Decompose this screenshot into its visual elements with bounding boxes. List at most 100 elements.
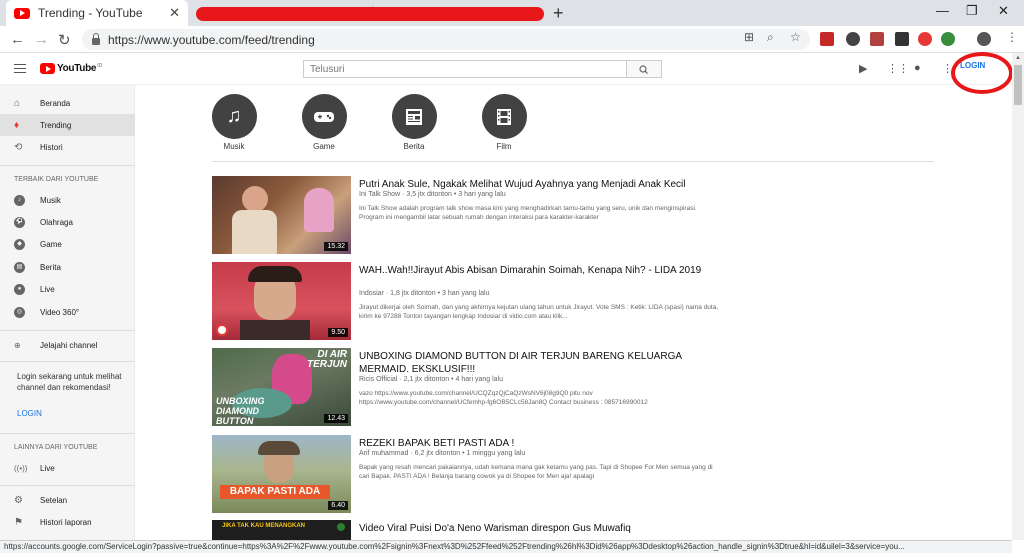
sidebar-item-label: Jelajahi channel xyxy=(40,340,98,350)
sidebar-item-label: Musik xyxy=(40,195,61,205)
browser-tab-trending[interactable]: Trending - YouTube ✕ xyxy=(6,0,188,26)
sidebar-item-label: Olahraga xyxy=(40,217,73,227)
extension-pdf-icon[interactable] xyxy=(870,32,884,46)
extension-red-icon[interactable] xyxy=(820,32,834,46)
video-channel[interactable]: Ricis Official xyxy=(359,376,397,383)
thumb-figure xyxy=(240,320,310,340)
video-thumbnail[interactable]: 15.32 xyxy=(212,176,351,254)
thumb-figure xyxy=(304,188,334,232)
restore-icon[interactable]: ❐ xyxy=(966,3,978,19)
browser-toolbar: ← → ↻ https://www.youtube.com/feed/trend… xyxy=(0,26,1024,53)
chrome-menu-icon[interactable]: ⋮ xyxy=(1006,30,1018,44)
thumb-figure xyxy=(258,441,300,455)
sidebar-item-music[interactable]: ♪ Musik xyxy=(0,189,135,211)
video-title[interactable]: REZEKI BAPAK BETI PASTI ADA ! xyxy=(359,437,719,450)
sidebar-section-heading: LAINNYA DARI YOUTUBE xyxy=(14,444,98,451)
apps-grid-icon[interactable]: ⋮⋮ xyxy=(887,62,909,75)
video-meta: Arif muhammad · 6,2 jtx ditonton • 1 min… xyxy=(359,450,525,457)
extension-green-icon[interactable] xyxy=(941,32,955,46)
sidebar-item-news[interactable]: ▤ Berita xyxy=(0,256,135,278)
category-film[interactable]: Film xyxy=(474,94,534,151)
profile-avatar-icon[interactable] xyxy=(977,32,991,46)
live-icon: ● xyxy=(14,283,25,295)
extension-bulb-icon[interactable] xyxy=(846,32,860,46)
video-channel[interactable]: Ini Talk Show xyxy=(359,191,400,198)
reload-icon[interactable]: ↻ xyxy=(58,31,71,49)
sidebar-item-sports[interactable]: ⚽ Olahraga xyxy=(0,211,135,233)
scroll-up-icon[interactable]: ▲ xyxy=(1015,55,1021,61)
sidebar-item-browse-channels[interactable]: ⊕ Jelajahi channel xyxy=(0,334,135,356)
sidebar-item-report-history[interactable]: ⚑ Histori laporan xyxy=(0,511,135,533)
video-thumbnail[interactable]: BAPAK PASTI ADA 6.40 xyxy=(212,435,351,513)
category-news[interactable]: Berita xyxy=(384,94,444,151)
upload-video-icon[interactable]: ▶ xyxy=(859,62,867,75)
video-duration: 9.50 xyxy=(328,328,348,337)
video-title[interactable]: Putri Anak Sule, Ngakak Melihat Wujud Ay… xyxy=(359,178,719,191)
video-title[interactable]: Video Viral Puisi Do'a Neno Warisman dir… xyxy=(359,522,719,535)
video-meta: Ini Talk Show · 3,5 jtx ditonton • 3 har… xyxy=(359,191,506,198)
video-channel[interactable]: Indosiar xyxy=(359,290,384,297)
sidebar-item-settings[interactable]: ⚙ Setelan xyxy=(0,489,135,511)
video-views: 1,8 jtx ditonton xyxy=(390,290,436,297)
video-item[interactable]: 15.32 Putri Anak Sule, Ngakak Melihat Wu… xyxy=(212,176,912,254)
sidebar-login-link[interactable]: LOGIN xyxy=(17,409,42,418)
newspaper-icon xyxy=(391,94,437,139)
sidebar-item-video360[interactable]: ◎ Video 360° xyxy=(0,301,135,323)
extension-pocket-icon[interactable] xyxy=(918,32,932,46)
sidebar-item-history[interactable]: ⟲ Histori xyxy=(0,136,135,158)
video-item[interactable]: DI AIR TERJUN UNBOXING DIAMOND BUTTON 12… xyxy=(212,348,912,426)
newspaper-shape xyxy=(406,108,422,125)
search-input[interactable]: Telusuri xyxy=(303,60,627,78)
sidebar-item-live-more[interactable]: ((•)) Live xyxy=(0,457,135,479)
sidebar-item-trending[interactable]: ♦ Trending xyxy=(0,114,135,136)
category-game[interactable]: Game xyxy=(294,94,354,151)
sidebar-item-live[interactable]: ● Live xyxy=(0,278,135,300)
sidebar-item-home[interactable]: ⌂ Beranda xyxy=(0,92,135,114)
forward-icon[interactable]: → xyxy=(34,31,49,48)
scrollbar-thumb[interactable] xyxy=(1014,65,1022,105)
back-icon[interactable]: ← xyxy=(10,31,25,48)
logo-text: YouTube xyxy=(57,63,97,74)
video-channel[interactable]: Arif muhammad xyxy=(359,450,408,457)
category-music[interactable]: ♫ Musik xyxy=(204,94,264,151)
flag-icon: ⚑ xyxy=(14,516,23,528)
bookmark-star-icon[interactable]: ☆ xyxy=(790,30,801,44)
sidebar-section-heading: TERBAIK DARI YOUTUBE xyxy=(14,176,99,183)
sidebar-divider xyxy=(0,485,135,486)
hamburger-menu-icon[interactable] xyxy=(14,64,26,73)
browser-tab-strip: Trending - YouTube ✕ + — ❐ ✕ xyxy=(0,0,1024,26)
redaction-bar xyxy=(196,7,544,21)
extension-dark-icon[interactable] xyxy=(895,32,909,46)
messages-icon[interactable]: ● xyxy=(914,62,921,74)
thumbnail-overlay-text: DI AIR TERJUN xyxy=(306,349,347,370)
minimize-icon[interactable]: — xyxy=(936,3,949,18)
video-duration: 15.32 xyxy=(324,242,348,251)
video-thumbnail[interactable]: 9.50 xyxy=(212,262,351,340)
search-button[interactable] xyxy=(627,60,662,78)
video-item[interactable]: 9.50 WAH..Wah!!Jirayut Abis Abisan Dimar… xyxy=(212,262,912,340)
thumb-figure xyxy=(232,210,277,254)
video-description: Bapak yang resah mencari pakaiannya, uda… xyxy=(359,464,713,480)
sidebar-item-label: Setelan xyxy=(40,495,68,505)
video-title[interactable]: WAH..Wah!!Jirayut Abis Abisan Dimarahin … xyxy=(359,264,719,277)
video-thumbnail[interactable]: JIKA TAK KAU MENANGKAN xyxy=(212,520,351,540)
translate-icon[interactable]: ⊞ xyxy=(744,30,754,44)
game-icon: ◆ xyxy=(14,238,25,250)
video-age: 4 hari yang lalu xyxy=(455,376,503,383)
video-title[interactable]: UNBOXING DIAMOND BUTTON DI AIR TERJUN BA… xyxy=(359,350,719,376)
sidebar: ⌂ Beranda ♦ Trending ⟲ Histori TERBAIK D… xyxy=(0,85,135,540)
new-tab-icon[interactable]: + xyxy=(553,3,564,24)
close-tab-icon[interactable]: ✕ xyxy=(169,5,180,21)
address-bar[interactable]: https://www.youtube.com/feed/trending xyxy=(82,29,810,50)
youtube-logo[interactable]: YouTube ID xyxy=(40,63,102,74)
close-window-icon[interactable]: ✕ xyxy=(998,3,1009,19)
sidebar-item-game[interactable]: ◆ Game xyxy=(0,233,135,255)
zoom-icon[interactable]: ⌕ xyxy=(767,30,774,45)
page-scrollbar[interactable]: ▲ xyxy=(1012,53,1024,540)
thumbnail-overlay-text: BAPAK PASTI ADA xyxy=(220,485,330,499)
content-divider xyxy=(212,161,934,162)
video-item[interactable]: JIKA TAK KAU MENANGKAN Video Viral Puisi… xyxy=(212,520,912,540)
thumbnail-overlay-text: JIKA TAK KAU MENANGKAN xyxy=(222,523,305,529)
video-item[interactable]: BAPAK PASTI ADA 6.40 REZEKI BAPAK BETI P… xyxy=(212,435,912,513)
video-thumbnail[interactable]: DI AIR TERJUN UNBOXING DIAMOND BUTTON 12… xyxy=(212,348,351,426)
